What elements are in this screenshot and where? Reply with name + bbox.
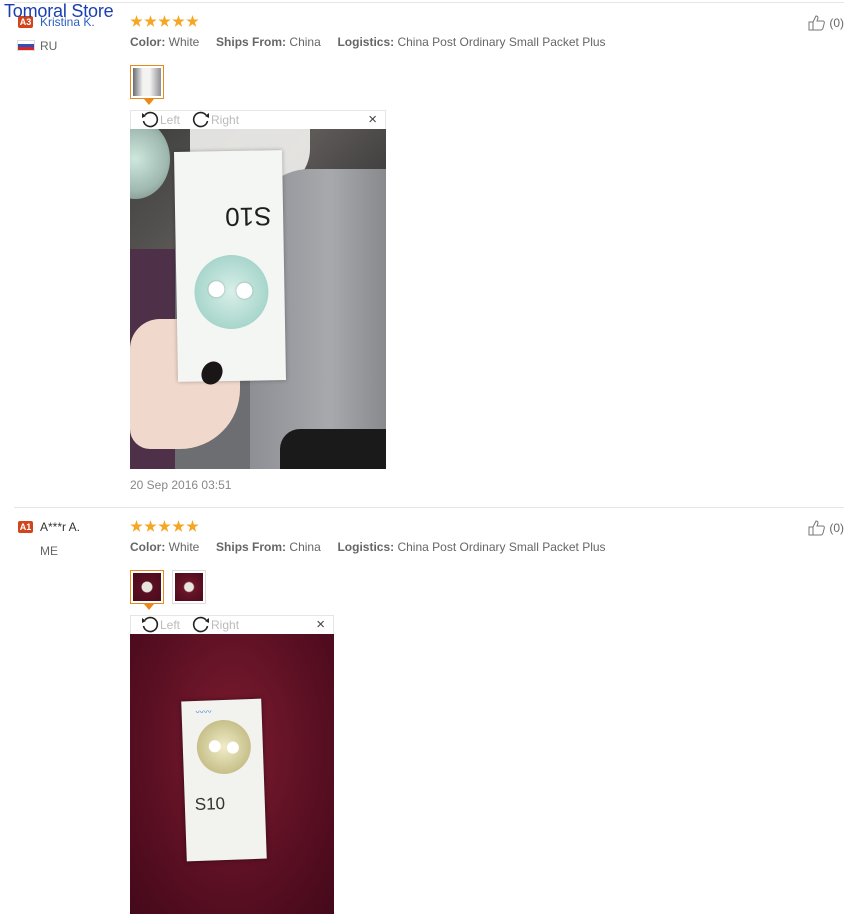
order-attributes: Color: White Ships From: China Logistics… xyxy=(130,35,606,49)
ships-from-label: Ships From: xyxy=(216,540,287,554)
star-icon xyxy=(144,15,157,27)
rotate-right-icon xyxy=(192,616,210,633)
star-icon xyxy=(158,15,171,27)
color-label: Color: xyxy=(130,540,166,554)
star-icon xyxy=(186,520,199,532)
thumbs-up-icon xyxy=(808,15,826,31)
ships-from-value: China xyxy=(289,540,321,554)
rotate-right-button[interactable]: Right xyxy=(192,616,239,634)
review-photo-thumbnail[interactable] xyxy=(130,65,164,105)
rotate-left-label: Left xyxy=(160,113,181,127)
rotate-right-button[interactable]: Right xyxy=(192,111,239,129)
close-icon[interactable]: × xyxy=(316,616,325,634)
rotate-right-label: Right xyxy=(211,113,240,127)
logistics-label: Logistics: xyxy=(337,540,395,554)
product-label: S10 xyxy=(224,201,272,233)
rating-stars xyxy=(130,15,199,28)
rotate-left-button[interactable]: Left xyxy=(141,616,180,634)
reviewer-country: ME xyxy=(40,544,58,558)
photo-viewer-toolbar: Left Right × xyxy=(130,110,386,129)
star-icon xyxy=(144,520,157,532)
rotate-left-icon xyxy=(142,111,159,128)
logistics-value: China Post Ordinary Small Packet Plus xyxy=(397,35,606,49)
star-icon xyxy=(172,15,185,27)
helpful-button[interactable]: (0) xyxy=(808,520,844,536)
helpful-count: (0) xyxy=(829,16,844,30)
thumbs-up-icon xyxy=(808,520,826,536)
review-photo-thumbnail[interactable] xyxy=(172,570,206,604)
logistics-value: China Post Ordinary Small Packet Plus xyxy=(397,540,606,554)
review-photo: S10 xyxy=(130,129,386,469)
review-photo-thumbnails xyxy=(130,570,206,610)
ships-from-label: Ships From: xyxy=(216,35,287,49)
photo-viewer-toolbar: Left Right × xyxy=(130,615,334,634)
user-level-badge: A1 xyxy=(18,521,33,533)
logistics-label: Logistics: xyxy=(337,35,395,49)
rotate-right-icon xyxy=(192,111,210,128)
color-label: Color: xyxy=(130,35,166,49)
star-icon xyxy=(130,15,143,27)
rotate-left-icon xyxy=(142,616,159,633)
close-icon[interactable]: × xyxy=(368,111,377,129)
helpful-button[interactable]: (0) xyxy=(808,15,844,31)
reviewer-country: RU xyxy=(40,39,58,53)
star-icon xyxy=(186,15,199,27)
store-watermark: Tomoral Store xyxy=(4,1,114,21)
color-value: White xyxy=(168,35,200,49)
star-icon xyxy=(172,520,185,532)
star-icon xyxy=(130,520,143,532)
rotate-left-button[interactable]: Left xyxy=(141,111,180,129)
order-attributes: Color: White Ships From: China Logistics… xyxy=(130,540,606,554)
rotate-right-label: Right xyxy=(211,618,240,632)
review-photo: 〰〰 S10 xyxy=(130,634,334,914)
photo-viewer: Left Right × 〰〰 S10 xyxy=(130,615,334,914)
review-photo-thumbnail[interactable] xyxy=(130,570,164,610)
product-label: S10 xyxy=(194,793,226,815)
divider xyxy=(14,507,844,508)
star-icon xyxy=(158,520,171,532)
rating-stars xyxy=(130,520,199,533)
flag-ru-icon xyxy=(17,40,35,51)
review-date: 20 Sep 2016 03:51 xyxy=(130,478,232,492)
ships-from-value: China xyxy=(289,35,321,49)
divider xyxy=(14,2,844,3)
photo-viewer: Left Right × S10 xyxy=(130,110,386,469)
reviewer-name[interactable]: A***r A. xyxy=(40,520,80,534)
color-value: White xyxy=(168,540,200,554)
review-photo-thumbnails xyxy=(130,65,164,105)
rotate-left-label: Left xyxy=(160,618,181,632)
helpful-count: (0) xyxy=(829,521,844,535)
